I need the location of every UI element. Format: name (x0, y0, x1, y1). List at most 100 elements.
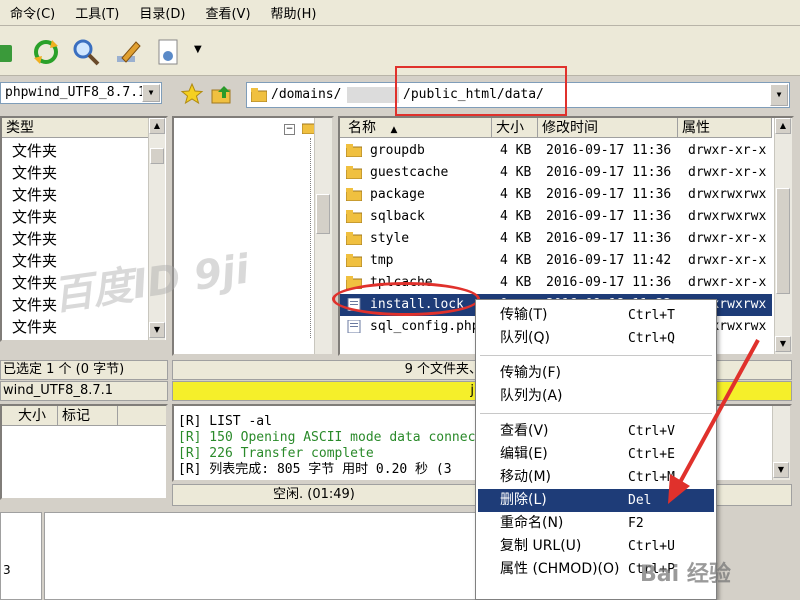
bookmark-star-icon[interactable] (180, 82, 208, 108)
search-button[interactable] (70, 36, 102, 68)
local-path-status: wind_UTF8_8.7.1 (0, 381, 168, 401)
menu-item-label: 队列(Q) (500, 330, 550, 346)
green-folder-icon (0, 45, 12, 62)
list-item[interactable]: 文件夹 (12, 184, 57, 206)
column-modified-header[interactable]: 修改时间 (538, 118, 678, 138)
refresh-button[interactable] (30, 36, 62, 68)
list-item[interactable]: 文件夹 (12, 316, 57, 338)
table-row[interactable]: guestcache 4 KB 2016-09-17 11:36 drwxr-xr-x (340, 162, 772, 184)
table-row[interactable]: style 4 KB 2016-09-17 11:36 drwxr-xr-x (340, 228, 772, 250)
magnifier-icon (73, 39, 100, 66)
file-attr: drwxr-xr-x (688, 275, 767, 290)
menu-item-label: 队列为(A) (500, 388, 563, 404)
remote-folder-tree[interactable]: − (172, 116, 334, 356)
file-name: groupdb (370, 143, 425, 158)
remote-tree-scrollbar[interactable] (314, 118, 332, 354)
scroll-thumb[interactable] (150, 148, 164, 164)
menu-directory[interactable]: 目录(D) (129, 3, 195, 22)
remote-list-header: 名称 ▲ 大小 修改时间 属性 (340, 118, 772, 138)
properties-button[interactable] (152, 36, 184, 68)
tree-expand-icon[interactable]: − (284, 124, 295, 135)
list-item[interactable]: 文件夹 (12, 228, 57, 250)
file-modified: 2016-09-17 11:36 (546, 275, 672, 290)
remote-path-dropdown-icon[interactable]: ▼ (770, 84, 788, 106)
green-folder-button[interactable] (0, 36, 16, 68)
menu-command[interactable]: 命令(C) (0, 3, 65, 22)
file-size: 4 KB (500, 275, 532, 290)
column-size-header[interactable]: 大小 (2, 406, 58, 426)
menu-tools[interactable]: 工具(T) (65, 3, 129, 22)
file-name: style (370, 231, 410, 246)
annotation-arrow (668, 339, 760, 504)
menu-item-shortcut: F2 (628, 516, 644, 531)
folder-icon (346, 188, 362, 201)
list-item[interactable]: 文件夹 (12, 294, 57, 316)
local-selection-status: 已选定 1 个 (0 字节) (0, 360, 168, 380)
file-attr: drwxr-xr-x (688, 253, 767, 268)
table-row[interactable]: sqlback 4 KB 2016-09-17 11:36 drwxrwxrwx (340, 206, 772, 228)
local-path-text: phpwind_UTF8_8.7.1 (5, 85, 146, 100)
folder-icon (346, 210, 362, 223)
file-attr: drwxrwxrwx (688, 187, 767, 202)
table-row[interactable]: package 4 KB 2016-09-17 11:36 drwxrwxrwx (340, 184, 772, 206)
edit-button[interactable] (112, 36, 144, 68)
pencil-icon (117, 41, 141, 63)
column-type-header[interactable]: 类型 (2, 118, 150, 138)
folder-icon (346, 166, 362, 179)
redacted-domain (347, 87, 399, 103)
php-file-icon (347, 320, 361, 333)
file-modified: 2016-09-17 11:42 (546, 253, 672, 268)
list-item[interactable]: 文件夹 (12, 162, 57, 184)
file-size: 4 KB (500, 143, 532, 158)
file-size: 4 KB (500, 209, 532, 224)
context-menu-item[interactable]: 重命名(N) F2 (478, 512, 714, 535)
document-gear-icon (158, 39, 178, 65)
log-line: [R] 226 Transfer complete (178, 446, 374, 461)
path-annotation-box (395, 66, 567, 116)
local-path-dropdown-icon[interactable]: ▼ (142, 84, 160, 102)
scroll-up-icon[interactable]: ▲ (149, 118, 165, 134)
file-size: 4 KB (500, 231, 532, 246)
scroll-down-icon[interactable]: ▼ (149, 322, 165, 338)
file-attr: drwxr-xr-x (688, 143, 767, 158)
column-name-header[interactable]: 名称 ▲ (340, 118, 492, 138)
folder-icon (346, 144, 362, 157)
list-item[interactable]: 文件夹 (12, 140, 57, 162)
menu-item-label: 删除(L) (500, 492, 547, 508)
scroll-thumb[interactable] (776, 188, 790, 294)
file-annotation-ellipse (332, 282, 480, 316)
table-row[interactable]: tmp 4 KB 2016-09-17 11:42 drwxr-xr-x (340, 250, 772, 272)
bottom-left-pane: 3 (0, 512, 42, 600)
remote-list-scrollbar[interactable]: ▲ ▼ (774, 118, 792, 354)
queue-list[interactable]: 大小 标记 (0, 404, 168, 500)
local-list-header: 类型 (2, 118, 150, 138)
menu-item-label: 查看(V) (500, 423, 549, 439)
menu-help[interactable]: 帮助(H) (261, 3, 327, 22)
transfer-queue-pane (44, 512, 484, 600)
column-attr-header[interactable]: 属性 (678, 118, 772, 138)
baidu-jingyan-watermark: Bai 经验 (640, 562, 731, 587)
file-size: 4 KB (500, 187, 532, 202)
local-path-combo[interactable]: phpwind_UTF8_8.7.1 ▼ (0, 82, 162, 104)
column-mark-header[interactable]: 标记 (58, 406, 118, 426)
parent-folder-icon[interactable] (210, 82, 238, 108)
file-size: 4 KB (500, 253, 532, 268)
menu-bar: 命令(C) 工具(T) 目录(D) 查看(V) 帮助(H) (0, 0, 800, 26)
log-line: [R] 150 Opening ASCII mode data connecti… (178, 430, 507, 445)
scroll-up-icon[interactable]: ▲ (775, 118, 791, 134)
file-name: sql_config.php (370, 319, 480, 334)
list-item[interactable]: 文件夹 (12, 206, 57, 228)
context-menu-item[interactable]: 复制 URL(U) Ctrl+U (478, 535, 714, 558)
file-name: package (370, 187, 425, 202)
log-line: [R] 列表完成: 805 字节 用时 0.20 秒 (3 (178, 462, 452, 477)
file-size: 4 KB (500, 165, 532, 180)
column-size-header[interactable]: 大小 (492, 118, 538, 138)
table-row[interactable]: groupdb 4 KB 2016-09-17 11:36 drwxr-xr-x (340, 140, 772, 162)
dropdown-arrow-icon[interactable]: ▼ (194, 44, 202, 55)
queue-header: 大小 标记 (2, 406, 166, 426)
folder-icon (346, 254, 362, 267)
menu-view[interactable]: 查看(V) (195, 3, 260, 22)
scroll-thumb[interactable] (316, 194, 330, 234)
menu-item-label: 移动(M) (500, 469, 552, 485)
menu-item-label: 属性 (CHMOD)(O) (500, 561, 620, 577)
